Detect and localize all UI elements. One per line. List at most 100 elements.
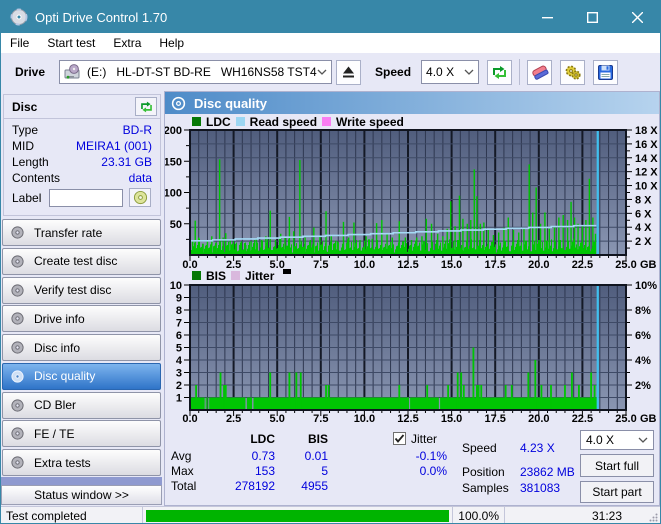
disc-icon	[11, 283, 24, 297]
eject-button[interactable]	[336, 59, 362, 85]
tick-label: 10.0	[354, 259, 375, 271]
total-bis: 4955	[301, 479, 328, 493]
status-window-button[interactable]: Status window >>	[1, 485, 162, 505]
row-label-avg: Avg	[171, 449, 192, 463]
tick-label: 200	[165, 125, 182, 137]
sidebar-item-cd-bler[interactable]: CD Bler	[2, 391, 161, 419]
sidebar-item-label: Extra tests	[34, 455, 91, 470]
tools-button[interactable]	[560, 59, 586, 85]
toolbar: Drive (E:) HL-DT-ST BD-RE WH16NS58 TST4 …	[1, 53, 660, 91]
speed-label: Speed	[375, 65, 412, 79]
sidebar-item-create-test-disc[interactable]: Create test disc	[2, 247, 161, 275]
max-jitter: 0.0%	[419, 464, 447, 478]
resize-grip[interactable]	[649, 513, 658, 522]
max-bis: 5	[321, 464, 328, 478]
maximize-button[interactable]	[570, 1, 615, 33]
maximize-icon	[587, 11, 598, 23]
sidebar-item-label: Disc info	[34, 340, 81, 355]
refresh-button[interactable]	[487, 59, 513, 85]
drive-label: Drive	[15, 65, 46, 79]
property-label: Type	[12, 123, 39, 137]
start-part-button[interactable]: Start part	[580, 481, 654, 503]
sidebar-item-fe-te[interactable]: FE / TE	[2, 420, 161, 448]
tick-label: 22.5	[572, 259, 593, 271]
tick-label: 7.5	[313, 259, 328, 271]
speed-select[interactable]: 4.0 X	[421, 60, 480, 84]
test-speed-value: 4.0 X	[586, 433, 615, 447]
disc-icon	[11, 398, 24, 412]
sidebar-item-drive-info[interactable]: Drive info	[2, 305, 161, 333]
close-button[interactable]	[615, 1, 660, 33]
sidebar-item-disc-info[interactable]: Disc info	[2, 334, 161, 362]
menu-start-test[interactable]: Start test	[38, 33, 104, 53]
tick-label: 25.0	[615, 259, 636, 271]
tick-label: 25.0	[615, 413, 636, 425]
disc-property-mid: MID MEIRA1 (001)	[4, 138, 160, 154]
status-window-label: Status window >>	[34, 488, 129, 502]
disc-icon	[11, 341, 24, 354]
menu-help[interactable]: Help	[150, 33, 193, 53]
col-header-bis: BIS	[307, 432, 328, 446]
refresh-icon	[493, 65, 507, 79]
sidebar: Disc Type BD-R MID MEIRA1 (001) Length 23.31 …	[1, 91, 164, 506]
bis-chart: 0.0 2.5 5.0 7.5 10.0 12.5 15.0 17.5 20.0 22.5 25.0…	[170, 280, 657, 425]
tick-label: GB	[640, 413, 657, 425]
app-window: Opti Drive Control 1.70 File Start test Ex…	[0, 0, 661, 524]
panel-title: Disc quality	[194, 95, 267, 111]
toolbar-separator	[519, 59, 521, 85]
tick-label: 1	[176, 393, 182, 405]
avg-bis: 0.01	[304, 449, 328, 463]
menu-file[interactable]: File	[1, 33, 38, 53]
tick-label: 17.5	[484, 413, 505, 425]
disc-icon	[11, 427, 24, 440]
position-info-value: 23862 MB	[520, 465, 575, 479]
start-full-button[interactable]: Start full	[580, 454, 654, 477]
tick-label: 5	[176, 343, 182, 355]
sidebar-item-extra-tests[interactable]: Extra tests	[2, 449, 161, 477]
tick-label: 50	[170, 219, 182, 231]
speed-info-label: Speed	[462, 441, 497, 455]
sidebar-item-transfer-rate[interactable]: Transfer rate	[2, 219, 161, 247]
col-header-ldc: LDC	[250, 432, 275, 446]
minimize-button[interactable]	[525, 1, 570, 33]
save-button[interactable]	[593, 59, 619, 85]
disc-label-input[interactable]	[49, 188, 124, 207]
tick-label: 4 X	[635, 222, 652, 234]
disc-refresh-button[interactable]	[135, 97, 157, 116]
test-speed-select[interactable]: 4.0 X	[580, 430, 654, 450]
tick-label: 10.0	[354, 413, 375, 425]
menu-extra[interactable]: Extra	[104, 33, 150, 53]
minimize-icon	[542, 16, 553, 18]
sidebar-item-verify-test-disc[interactable]: Verify test disc	[2, 276, 161, 304]
tick-label: 4%	[635, 355, 651, 367]
tick-label: 100	[165, 188, 182, 200]
tick-label: 18 X	[635, 125, 658, 137]
property-label: Contents	[12, 171, 61, 185]
window-title: Opti Drive Control 1.70	[35, 9, 168, 25]
disc-panel-title: Disc	[12, 99, 38, 114]
write-label-button[interactable]	[129, 188, 152, 207]
sidebar-item-label: Transfer rate	[34, 225, 103, 240]
tick-label: 9	[176, 293, 182, 305]
drive-select[interactable]: (E:) HL-DT-ST BD-RE WH16NS58 TST4	[59, 60, 333, 84]
progress-bar	[143, 507, 453, 523]
tick-label: 12 X	[635, 167, 658, 179]
disc-icon	[11, 255, 24, 268]
tick-label: 17.5	[484, 259, 505, 271]
sidebar-item-disc-quality[interactable]: Disc quality	[2, 362, 161, 390]
tick-label: 6 X	[635, 208, 652, 220]
drive-icon	[64, 64, 80, 79]
sidebar-item-label: Create test disc	[34, 254, 118, 269]
total-ldc: 278192	[234, 479, 275, 493]
sidebar-item-label: Drive info	[34, 311, 85, 326]
sidebar-item-label: CD Bler	[34, 398, 77, 413]
disc-icon	[171, 96, 186, 110]
status-text: Test completed	[6, 508, 87, 523]
jitter-checkbox[interactable]	[393, 432, 406, 445]
progress-percent: 100.0%	[458, 508, 499, 523]
property-label: MID	[12, 139, 34, 153]
erase-disc-button[interactable]	[527, 59, 553, 85]
tick-label: 0.0	[182, 413, 197, 425]
tick-label: 4	[176, 355, 183, 367]
row-label-max: Max	[171, 464, 194, 478]
